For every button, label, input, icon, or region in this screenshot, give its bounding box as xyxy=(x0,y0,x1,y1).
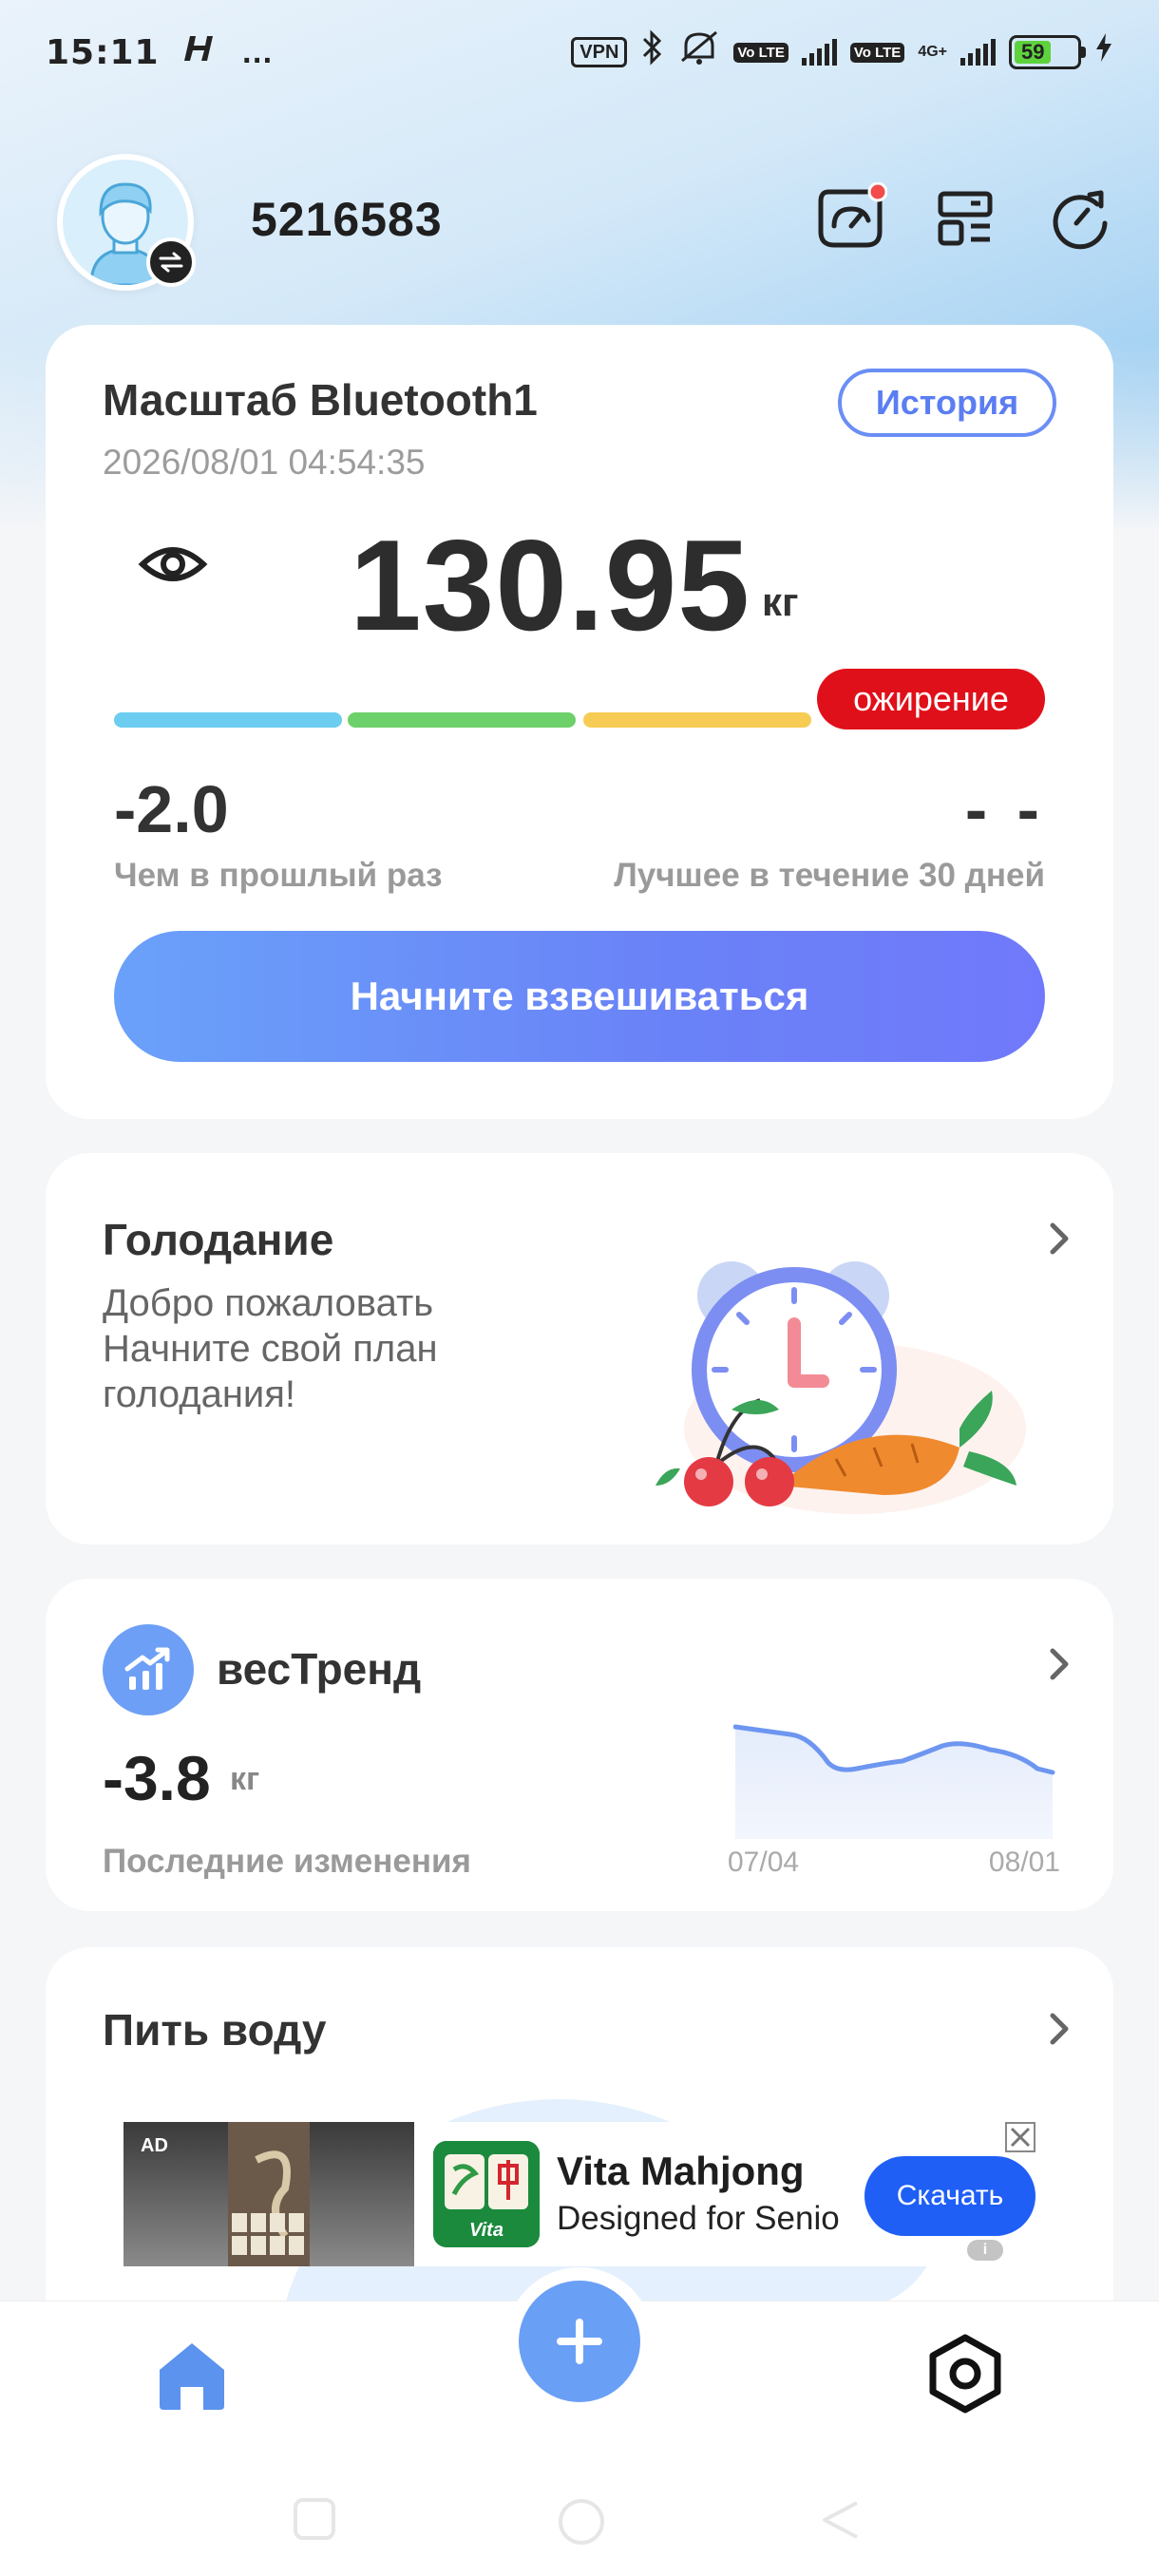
trend-icon xyxy=(103,1624,194,1715)
history-button[interactable]: История xyxy=(838,369,1056,437)
chevron-right-icon[interactable] xyxy=(1045,1645,1074,1683)
eye-icon[interactable] xyxy=(137,536,209,593)
status-bar: 15:11 … VPN Vo LTE Vo LTE 4G+ 59 xyxy=(0,0,1159,104)
chevron-right-icon[interactable] xyxy=(1045,2010,1074,2048)
signal-icon-2 xyxy=(960,39,996,66)
ad-badge: AD xyxy=(141,2135,168,2156)
best-label: Лучшее в течение 30 дней xyxy=(614,857,1045,894)
signal-icon-1 xyxy=(801,39,837,66)
trend-x-start: 07/04 xyxy=(728,1847,800,1878)
weight-trend-card[interactable]: весТренд -3.8 кг Последние изменения 07/… xyxy=(46,1579,1113,1911)
measurement-datetime: 2026/08/01 04:54:35 xyxy=(103,443,426,482)
trend-label: Последние изменения xyxy=(103,1843,471,1880)
charging-icon xyxy=(1094,31,1113,73)
chevron-right-icon[interactable] xyxy=(1045,1220,1074,1258)
mute-icon xyxy=(678,28,720,76)
vpn-icon: VPN xyxy=(571,37,628,67)
ad-thumbnail[interactable]: AD xyxy=(124,2122,414,2266)
bmi-bar-underweight xyxy=(114,712,342,728)
bmi-bar-overweight xyxy=(583,712,811,728)
trend-unit: кг xyxy=(230,1761,260,1797)
bmi-bar-normal xyxy=(348,712,576,728)
battery-icon: 59 xyxy=(1009,35,1086,69)
settings-icon[interactable] xyxy=(923,2332,1007,2415)
scale-card: Масштаб Bluetooth1 2026/08/01 04:54:35 И… xyxy=(46,325,1113,1119)
trend-title: весТренд xyxy=(217,1644,422,1694)
dashboard-icon[interactable] xyxy=(927,180,1003,256)
status-more: … xyxy=(240,33,274,70)
home-icon[interactable] xyxy=(152,2336,232,2415)
back-icon[interactable] xyxy=(817,2495,864,2543)
fasting-clock-illustration xyxy=(656,1261,1026,1514)
home-system-icon[interactable] xyxy=(555,2495,608,2548)
bmi-status-badge: ожирение xyxy=(817,669,1045,729)
volte-icon-2: Vo LTE xyxy=(849,42,905,63)
ad-app-icon[interactable]: Vita xyxy=(433,2141,540,2247)
gauge-icon[interactable] xyxy=(813,180,889,256)
battery-level: 59 xyxy=(1015,40,1052,64)
water-title: Пить воду xyxy=(103,2005,327,2055)
user-id: 5216583 xyxy=(251,193,443,246)
scale-title: Масштаб Bluetooth1 xyxy=(103,375,538,425)
status-time: 15:11 xyxy=(46,32,160,72)
fasting-card[interactable]: Голодание Добро пожаловать Начните свой … xyxy=(46,1153,1113,1544)
bluetooth-icon xyxy=(640,29,665,75)
refresh-icon[interactable] xyxy=(1041,180,1117,256)
ad-banner[interactable]: AD Vita Vita Mahjong Designed for Senio … xyxy=(124,2122,1036,2266)
bottom-navigation xyxy=(0,2281,1159,2576)
ad-subtitle: Designed for Senio xyxy=(557,2200,840,2237)
volte-icon-1: Vo LTE xyxy=(733,42,788,63)
start-weighing-button[interactable]: Начните взвешиваться xyxy=(114,931,1045,1062)
switch-user-icon[interactable] xyxy=(146,237,196,287)
recent-apps-icon[interactable] xyxy=(291,2495,338,2543)
weight-unit: кг xyxy=(762,579,799,624)
ad-info-icon[interactable]: i xyxy=(967,2240,1003,2261)
ad-download-button[interactable]: Скачать xyxy=(864,2156,1036,2236)
add-button[interactable] xyxy=(519,2281,640,2402)
diff-label: Чем в прошлый раз xyxy=(114,857,443,894)
network-type: 4G+ xyxy=(918,44,947,60)
ad-app-label: Vita xyxy=(469,2220,504,2241)
ad-title[interactable]: Vita Mahjong xyxy=(557,2149,805,2194)
best-value: - - xyxy=(964,772,1045,846)
weight-value: 130.95 xyxy=(350,513,750,657)
fasting-description: Добро пожаловать Начните свой план голод… xyxy=(103,1282,438,1415)
status-notification-icon xyxy=(183,32,217,73)
fasting-title: Голодание xyxy=(103,1215,334,1264)
trend-x-end: 08/01 xyxy=(988,1847,1060,1878)
trend-sparkline xyxy=(733,1724,1055,1839)
trend-value: -3.8 xyxy=(103,1743,211,1813)
ad-close-icon[interactable] xyxy=(1005,2122,1036,2152)
diff-value: -2.0 xyxy=(114,772,229,846)
